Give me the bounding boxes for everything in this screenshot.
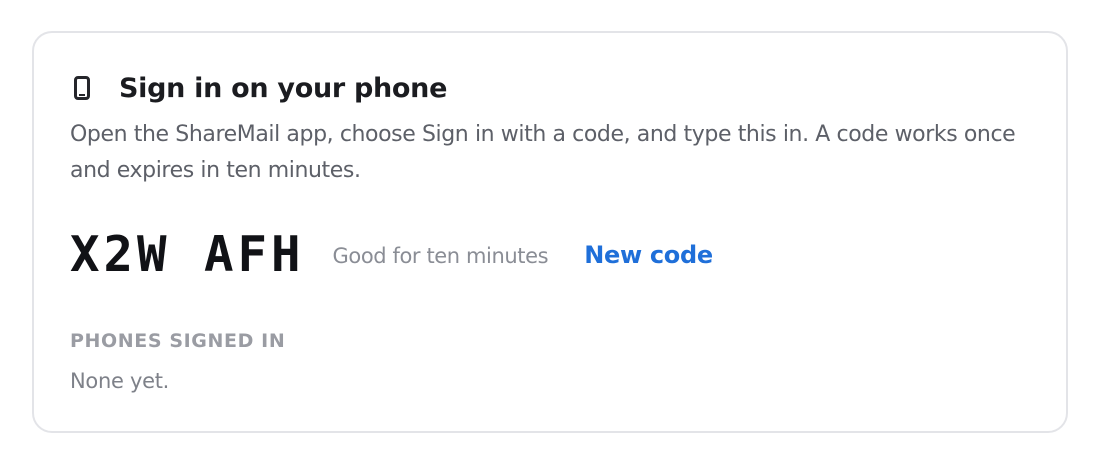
card-header: Sign in on your phone <box>74 72 448 104</box>
card-title: Sign in on your phone <box>119 72 448 104</box>
new-code-link[interactable]: New code <box>584 239 713 269</box>
phones-signed-in-heading: PHONES SIGNED IN <box>70 330 286 352</box>
phones-empty-state: None yet. <box>70 369 170 393</box>
phone-sign-in-card: Sign in on your phone Open the ShareMail… <box>32 31 1068 433</box>
phone-icon <box>74 74 98 102</box>
card-description: Open the ShareMail app, choose Sign in w… <box>70 122 1016 183</box>
sign-in-code: X2W AFH <box>70 225 305 283</box>
code-row: X2W AFH Good for ten minutes New code <box>70 223 713 285</box>
code-validity-text: Good for ten minutes <box>332 244 549 268</box>
